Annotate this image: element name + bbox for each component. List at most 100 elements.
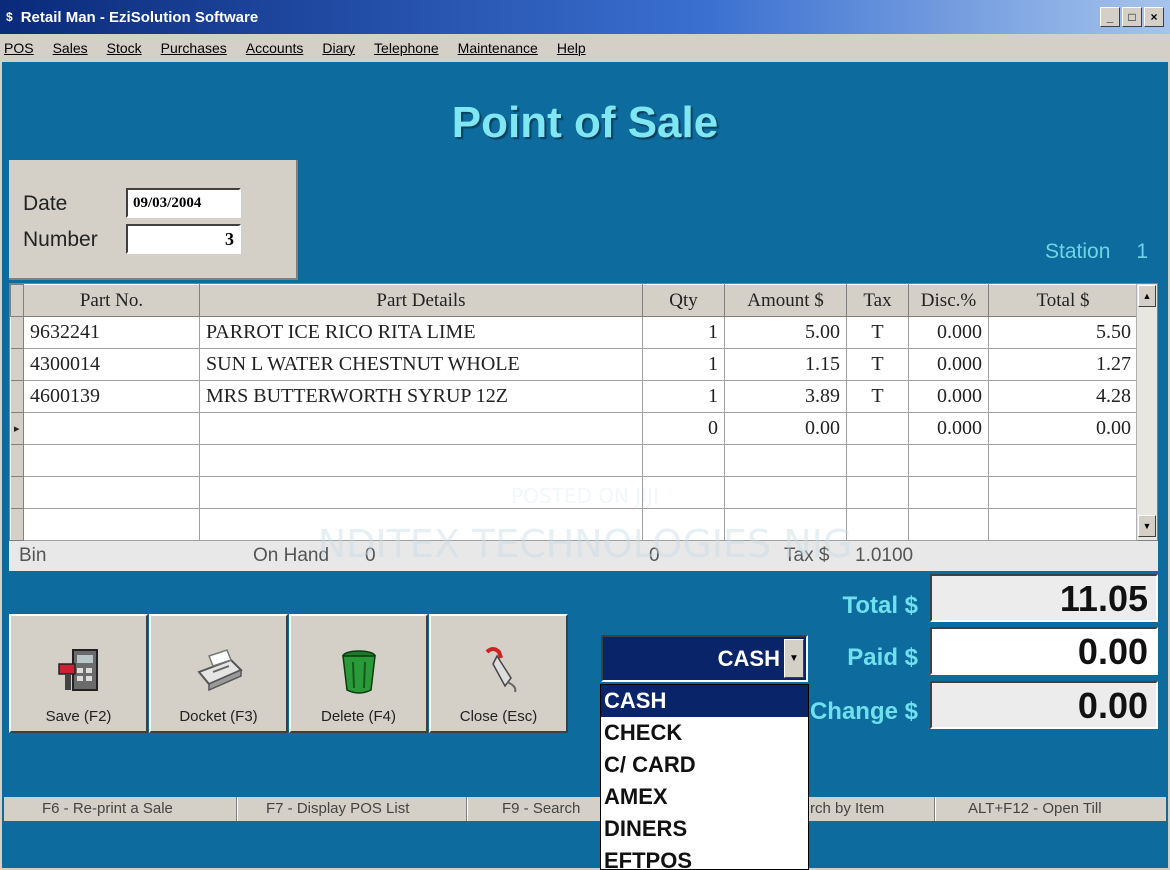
row-indicator xyxy=(10,444,24,477)
col-header-qty[interactable]: Qty xyxy=(642,284,725,317)
payment-option-eftpos[interactable]: EFTPOS xyxy=(601,845,808,869)
paid-amount-field[interactable]: 0.00 xyxy=(930,627,1158,675)
close-button[interactable]: Close (Esc) xyxy=(429,614,568,733)
cell-part-details[interactable]: SUN L WATER CHESTNUT WHOLE xyxy=(199,348,643,381)
menu-help[interactable]: Help xyxy=(557,40,586,56)
table-row[interactable]: 4300014 SUN L WATER CHESTNUT WHOLE 1 1.15 T 0… xyxy=(10,348,1138,381)
cell-tax[interactable] xyxy=(846,444,909,477)
status-open-till[interactable]: ALT+F12 - Open Till xyxy=(968,800,1102,817)
cell-tax[interactable] xyxy=(846,412,909,445)
cell-disc[interactable]: 0.000 xyxy=(908,380,989,413)
status-f6-reprint[interactable]: F6 - Re-print a Sale xyxy=(42,800,173,817)
cell-tax[interactable]: T xyxy=(846,348,909,381)
menu-accounts[interactable]: Accounts xyxy=(246,40,304,56)
watermark-company: NDITEX TECHNOLOGIES NIG xyxy=(317,522,853,566)
cell-amount[interactable]: 3.89 xyxy=(724,380,847,413)
delete-button[interactable]: Delete (F4) xyxy=(289,614,428,733)
cell-part-details[interactable]: MRS BUTTERWORTH SYRUP 12Z xyxy=(199,380,643,413)
cell-qty[interactable] xyxy=(642,444,725,477)
save-button-label: Save (F2) xyxy=(45,708,112,725)
cell-disc[interactable]: 0.000 xyxy=(908,316,989,349)
close-button-label: Close (Esc) xyxy=(459,708,538,725)
docket-button[interactable]: Docket (F3) xyxy=(149,614,288,733)
cell-amount[interactable]: 5.00 xyxy=(724,316,847,349)
delete-button-label: Delete (F4) xyxy=(320,708,397,725)
payment-option-check[interactable]: CHECK xyxy=(601,717,808,749)
grid-header-row: Part No. Part Details Qty Amount $ Tax D… xyxy=(10,284,1138,317)
col-header-part-no[interactable]: Part No. xyxy=(23,284,200,317)
col-header-part-details[interactable]: Part Details xyxy=(199,284,643,317)
menu-diary[interactable]: Diary xyxy=(322,40,355,56)
payment-option-amex[interactable]: AMEX xyxy=(601,781,808,813)
trash-bin-icon xyxy=(341,650,376,694)
cell-part-no[interactable] xyxy=(23,412,200,445)
menu-telephone[interactable]: Telephone xyxy=(374,40,439,56)
cell-part-details[interactable] xyxy=(199,412,643,445)
cell-part-no[interactable]: 4600139 xyxy=(23,380,200,413)
date-field[interactable]: 09/03/2004 xyxy=(126,188,241,218)
payment-option-cash[interactable]: CASH xyxy=(601,685,808,717)
menu-bar: POS Sales Stock Purchases Accounts Diary… xyxy=(0,34,1170,62)
status-separator xyxy=(466,797,468,821)
payment-type-select[interactable]: CASH ▼ xyxy=(601,635,808,682)
table-row[interactable]: ▸ 0 0.00 0.000 0.00 xyxy=(10,412,1138,445)
minimize-button[interactable]: _ xyxy=(1100,7,1120,27)
cell-qty[interactable]: 0 xyxy=(642,412,725,445)
menu-pos[interactable]: POS xyxy=(4,40,34,56)
row-indicator xyxy=(10,380,24,413)
cell-part-details[interactable] xyxy=(199,444,643,477)
table-row[interactable]: 9632241 PARROT ICE RICO RITA LIME 1 5.00 T 0.… xyxy=(10,316,1138,349)
payment-option-credit-card[interactable]: C/ CARD xyxy=(601,749,808,781)
menu-maintenance[interactable]: Maintenance xyxy=(458,40,538,56)
cell-total[interactable]: 4.28 xyxy=(988,380,1138,413)
cell-amount[interactable]: 0.00 xyxy=(724,412,847,445)
col-header-tax[interactable]: Tax xyxy=(846,284,909,317)
payment-option-diners[interactable]: DINERS xyxy=(601,813,808,845)
status-search-by-item[interactable]: rch by Item xyxy=(810,800,884,817)
number-label: Number xyxy=(23,228,98,251)
maximize-button[interactable]: □ xyxy=(1122,7,1142,27)
cell-qty[interactable]: 1 xyxy=(642,316,725,349)
status-f7-pos-list[interactable]: F7 - Display POS List xyxy=(266,800,409,817)
cell-total[interactable]: 1.27 xyxy=(988,348,1138,381)
save-button[interactable]: Save (F2) xyxy=(9,614,148,733)
cell-qty[interactable]: 1 xyxy=(642,380,725,413)
cell-disc[interactable] xyxy=(908,444,989,477)
cell-disc[interactable]: 0.000 xyxy=(908,412,989,445)
cell-part-no[interactable]: 9632241 xyxy=(23,316,200,349)
close-window-button[interactable]: × xyxy=(1144,7,1164,27)
cell-qty[interactable]: 1 xyxy=(642,348,725,381)
window-controls: _ □ × xyxy=(1100,7,1164,27)
number-field[interactable]: 3 xyxy=(126,224,241,254)
cell-total[interactable]: 0.00 xyxy=(988,412,1138,445)
cell-amount[interactable]: 1.15 xyxy=(724,348,847,381)
row-indicator-header xyxy=(10,284,24,317)
table-row[interactable]: 4600139 MRS BUTTERWORTH SYRUP 12Z 1 3.89 T 0.… xyxy=(10,380,1138,413)
cell-total[interactable] xyxy=(988,444,1138,477)
menu-purchases[interactable]: Purchases xyxy=(161,40,227,56)
chevron-down-icon[interactable]: ▼ xyxy=(784,639,804,678)
payment-type-dropdown-list: CASH CHECK C/ CARD AMEX DINERS EFTPOS xyxy=(600,684,809,870)
station-indicator: Station 1 xyxy=(1045,240,1148,264)
payment-type-selected: CASH xyxy=(717,645,780,671)
cell-part-no[interactable] xyxy=(23,444,200,477)
col-header-amount[interactable]: Amount $ xyxy=(724,284,847,317)
docket-button-label: Docket (F3) xyxy=(179,708,258,725)
menu-sales[interactable]: Sales xyxy=(53,40,88,56)
cell-part-no[interactable]: 4300014 xyxy=(23,348,200,381)
col-header-disc[interactable]: Disc.% xyxy=(908,284,989,317)
col-header-total[interactable]: Total $ xyxy=(988,284,1138,317)
cell-tax[interactable]: T xyxy=(846,316,909,349)
cell-tax[interactable]: T xyxy=(846,380,909,413)
watermark-posted: POSTED ON JIJI xyxy=(511,484,659,508)
cell-part-details[interactable]: PARROT ICE RICO RITA LIME xyxy=(199,316,643,349)
scroll-up-arrow-icon[interactable]: ▲ xyxy=(1138,285,1156,307)
status-f9-search[interactable]: F9 - Search xyxy=(502,800,580,817)
cell-amount[interactable] xyxy=(724,444,847,477)
cell-total[interactable]: 5.50 xyxy=(988,316,1138,349)
cell-disc[interactable]: 0.000 xyxy=(908,348,989,381)
table-row[interactable] xyxy=(10,444,1138,477)
station-label: Station xyxy=(1045,240,1111,263)
current-row-indicator-icon: ▸ xyxy=(10,412,24,445)
menu-stock[interactable]: Stock xyxy=(107,40,142,56)
